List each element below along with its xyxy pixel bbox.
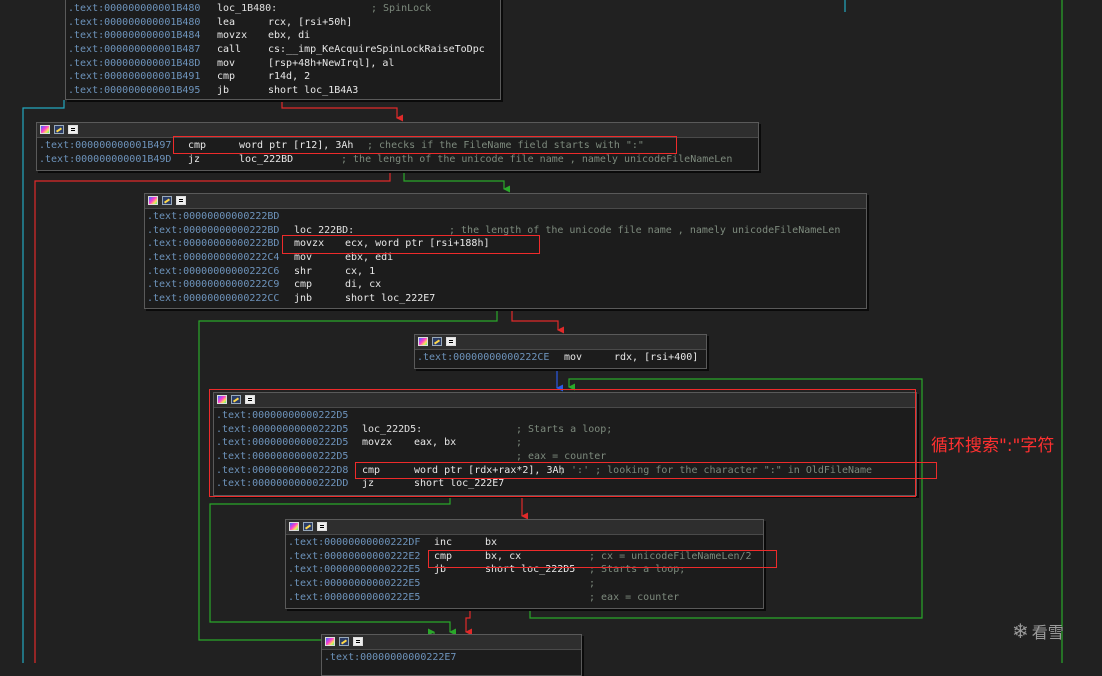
graph-overview-icon[interactable] (325, 637, 335, 646)
edit-icon[interactable] (231, 395, 241, 404)
code-line[interactable]: .text:00000000000222DD jz short loc_222E7 (216, 477, 916, 491)
block-header (145, 194, 866, 209)
code-block-222d5[interactable]: .text:00000000000222D5 .text:00000000000… (213, 392, 917, 496)
block-lines: .text:00000000000222D5 .text:00000000000… (214, 408, 916, 493)
edit-icon[interactable] (54, 125, 64, 134)
block-header (415, 335, 706, 350)
code-line[interactable]: .text:000000000001B491 cmp r14d, 2 (68, 70, 500, 84)
edit-icon[interactable] (432, 337, 442, 346)
code-block-222bd[interactable]: .text:00000000000222BD .text:00000000000… (144, 193, 867, 309)
code-line[interactable]: .text:000000000001B480 loc_1B480:; SpinLo… (68, 2, 500, 16)
block-header (214, 393, 916, 408)
graph-overview-icon[interactable] (148, 196, 158, 205)
code-line[interactable]: .text:00000000000222E2 cmp bx, cx; cx = un… (288, 550, 763, 564)
block-lines: .text:00000000000222DF inc bx .text:000000… (286, 535, 763, 606)
code-line[interactable]: .text:00000000000222BD loc_222BD:; the le… (147, 224, 866, 238)
code-line[interactable]: .text:00000000000222E5; (288, 577, 763, 591)
code-line[interactable]: .text:000000000001B495 jb short loc_1B4A3 (68, 84, 500, 98)
block-lines: .text:00000000000222BD .text:00000000000… (145, 209, 866, 308)
graph-overview-icon[interactable] (418, 337, 428, 346)
code-line[interactable]: .text:000000000001B484 movzx ebx, di (68, 29, 500, 43)
code-line[interactable]: .text:00000000000222CE mov rdx, [rsi+400] (417, 351, 706, 365)
code-line[interactable]: .text:00000000000222D5 (216, 409, 916, 423)
text-view-icon[interactable] (68, 125, 78, 134)
code-block-222e7[interactable]: .text:00000000000222E7 (321, 634, 582, 676)
code-line[interactable]: .text:00000000000222C4 mov ebx, edi (147, 251, 866, 265)
text-view-icon[interactable] (176, 196, 186, 205)
code-line[interactable]: .text:000000000001B49D jz loc_222BD; the l… (39, 153, 758, 167)
code-line[interactable]: .text:00000000000222D5; eax = counter (216, 450, 916, 464)
code-line[interactable]: .text:00000000000222D8 cmp word ptr [rdx+r… (216, 464, 916, 478)
block-lines: .text:00000000000222CE mov rdx, [rsi+400] (415, 350, 706, 367)
code-line[interactable]: .text:00000000000222DF inc bx (288, 536, 763, 550)
code-block-1b497[interactable]: .text:000000000001B497 cmp word ptr [r12],… (36, 122, 759, 171)
edit-icon[interactable] (162, 196, 172, 205)
code-line[interactable]: .text:000000000001B487 call cs:__imp_KeAcq… (68, 43, 500, 57)
block-header (286, 520, 763, 535)
code-line[interactable]: .text:00000000000222E5; eax = counter (288, 591, 763, 605)
block-lines: .text:000000000001B480 loc_1B480:; SpinLo… (66, 0, 500, 100)
code-line[interactable]: .text:00000000000222D5 movzx eax, bx; (216, 436, 916, 450)
text-view-icon[interactable] (317, 522, 327, 531)
graph-overview-icon[interactable] (40, 125, 50, 134)
annotation-label: 循环搜索":"字符 (931, 436, 1055, 456)
graph-overview-icon[interactable] (289, 522, 299, 531)
graph-overview-icon[interactable] (217, 395, 227, 404)
block-header (322, 635, 581, 650)
code-line[interactable]: .text:00000000000222C9 cmp di, cx (147, 278, 866, 292)
edit-icon[interactable] (303, 522, 313, 531)
text-view-icon[interactable] (353, 637, 363, 646)
code-line[interactable]: .text:00000000000222BD (147, 210, 866, 224)
code-line[interactable]: .text:000000000001B497 cmp word ptr [r12],… (39, 139, 758, 153)
code-block-222df[interactable]: .text:00000000000222DF inc bx .text:000000… (285, 519, 764, 609)
block-lines: .text:000000000001B497 cmp word ptr [r12],… (37, 138, 758, 168)
code-line[interactable]: .text:000000000001B48D mov [rsp+48h+NewIrq… (68, 57, 500, 71)
text-view-icon[interactable] (245, 395, 255, 404)
code-line[interactable]: .text:000000000001B480 lea rcx, [rsi+50h] (68, 16, 500, 30)
edit-icon[interactable] (339, 637, 349, 646)
block-lines: .text:00000000000222E7 (322, 650, 581, 667)
code-line[interactable]: .text:00000000000222C6 shr cx, 1 (147, 265, 866, 279)
snowflake-icon: ❄ (1012, 619, 1029, 643)
code-line[interactable]: .text:00000000000222D5 loc_222D5:; Starts… (216, 423, 916, 437)
code-block-222ce[interactable]: .text:00000000000222CE mov rdx, [rsi+400] (414, 334, 707, 369)
block-header (37, 123, 758, 138)
text-view-icon[interactable] (446, 337, 456, 346)
code-line[interactable]: .text:00000000000222CC jnb short loc_222E7 (147, 292, 866, 306)
code-block-1b480[interactable]: .text:000000000001B480 loc_1B480:; SpinLo… (65, 0, 501, 100)
watermark: ❄ 看雪 (1012, 619, 1064, 643)
code-line[interactable]: .text:00000000000222E5 jb short loc_222D5;… (288, 563, 763, 577)
code-line[interactable]: .text:00000000000222BD movzx ecx, word ptr… (147, 237, 866, 251)
